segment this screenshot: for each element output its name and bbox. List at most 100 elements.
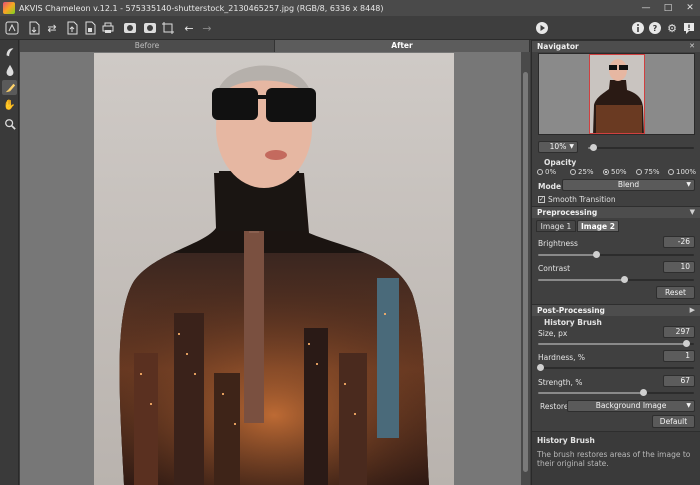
- opacity-radio-label: 0%: [545, 168, 557, 176]
- save-as-icon[interactable]: [82, 20, 98, 36]
- svg-text:?: ?: [653, 24, 658, 33]
- hardness-input[interactable]: 1: [663, 350, 695, 362]
- print-icon[interactable]: [100, 20, 116, 36]
- radio-icon: [603, 169, 609, 175]
- load-image2-icon[interactable]: [142, 20, 158, 36]
- help-text: The brush restores areas of the image to…: [537, 450, 691, 468]
- contrast-slider-knob[interactable]: [620, 276, 628, 283]
- run-icon[interactable]: [534, 20, 550, 36]
- zoom-dropdown[interactable]: 10% ▼: [538, 141, 578, 153]
- restore-dropdown[interactable]: Background Image ▼: [567, 400, 695, 412]
- help-icon[interactable]: ?: [647, 20, 663, 36]
- swap-images-icon[interactable]: ⇄: [44, 20, 60, 36]
- opacity-radio-75[interactable]: 75%: [636, 168, 660, 176]
- contrast-slider-fill: [538, 279, 624, 281]
- minimize-icon[interactable]: —: [640, 2, 652, 14]
- tab-after[interactable]: After: [275, 40, 530, 52]
- default-button[interactable]: Default: [652, 415, 695, 428]
- opacity-label: Opacity: [544, 158, 577, 167]
- brightness-slider[interactable]: [538, 251, 694, 258]
- tab-image-2[interactable]: Image 2: [577, 220, 619, 232]
- redo-icon[interactable]: →: [199, 20, 215, 36]
- strength-label: Strength, %: [538, 378, 583, 387]
- messages-icon[interactable]: [681, 20, 697, 36]
- navigator-preview[interactable]: [538, 53, 695, 135]
- load-image1-icon[interactable]: [122, 20, 138, 36]
- zoom-value: 10%: [549, 142, 567, 151]
- radio-icon: [570, 169, 576, 175]
- strength-slider-knob[interactable]: [639, 389, 647, 396]
- drop-icon[interactable]: [2, 62, 17, 77]
- opacity-radio-100[interactable]: 100%: [668, 168, 696, 176]
- help-box: History Brush The brush restores areas o…: [532, 431, 700, 485]
- postprocessing-title: Post-Processing: [537, 306, 605, 315]
- opacity-radio-25[interactable]: 25%: [570, 168, 594, 176]
- tool-column: ✋: [0, 40, 19, 485]
- navigator-header[interactable]: Navigator ✕: [532, 40, 700, 52]
- settings-icon[interactable]: ⚙: [664, 20, 680, 36]
- selection-icon[interactable]: [2, 44, 17, 59]
- open-icon[interactable]: [26, 20, 42, 36]
- tab-image-1[interactable]: Image 1: [536, 220, 576, 232]
- mode-dropdown[interactable]: Blend ▼: [562, 179, 695, 191]
- title-bar: AKVIS Chameleon v.12.1 - 575335140-shutt…: [0, 0, 700, 16]
- hardness-slider[interactable]: [536, 364, 694, 371]
- brightness-input[interactable]: -26: [663, 236, 695, 248]
- app-logo-icon[interactable]: [4, 20, 20, 36]
- navigator-title: Navigator: [537, 42, 579, 51]
- mode-value: Blend: [617, 180, 640, 189]
- app-logo-icon: [3, 2, 15, 14]
- contrast-input[interactable]: 10: [663, 261, 695, 273]
- size-input[interactable]: 297: [663, 326, 695, 338]
- size-label: Size, px: [538, 329, 568, 338]
- hardness-slider-knob[interactable]: [536, 364, 544, 371]
- contrast-slider[interactable]: [538, 276, 694, 283]
- toolbar: ⇄ ← → ? ⚙: [0, 16, 700, 40]
- opacity-radio-label: 75%: [644, 168, 660, 176]
- tab-before[interactable]: Before: [20, 40, 275, 52]
- chevron-down-icon: ▼: [686, 402, 691, 409]
- strength-slider-fill: [538, 392, 643, 394]
- opacity-radio-label: 50%: [611, 168, 627, 176]
- reset-button[interactable]: Reset: [656, 286, 695, 299]
- chevron-down-icon: ▼: [686, 181, 691, 188]
- postprocessing-header[interactable]: Post-Processing ▶: [532, 304, 700, 316]
- preprocessing-header[interactable]: Preprocessing ▼: [532, 206, 700, 218]
- brightness-slider-knob[interactable]: [592, 251, 600, 258]
- size-slider[interactable]: [538, 340, 694, 347]
- maximize-icon[interactable]: □: [662, 2, 674, 14]
- mode-label: Mode: [538, 182, 562, 191]
- save-icon[interactable]: [64, 20, 80, 36]
- window-title: AKVIS Chameleon v.12.1 - 575335140-shutt…: [19, 3, 384, 13]
- opacity-radio-0[interactable]: 0%: [537, 168, 556, 176]
- brightness-slider-fill: [538, 254, 596, 256]
- undo-icon[interactable]: ←: [181, 20, 197, 36]
- history-brush-icon[interactable]: [2, 80, 17, 95]
- crop-icon[interactable]: [160, 20, 176, 36]
- strength-slider[interactable]: [538, 389, 694, 396]
- strength-input[interactable]: 67: [663, 375, 695, 387]
- chevron-right-icon: ▶: [689, 306, 695, 314]
- brightness-label: Brightness: [538, 239, 578, 248]
- settings-panel: Navigator ✕ 10% ▼ Opacity 0% 25% 50% 75% 100…: [531, 40, 700, 485]
- hand-icon[interactable]: ✋: [2, 98, 17, 113]
- opacity-radio-label: 100%: [676, 168, 697, 176]
- history-brush-title: History Brush: [544, 318, 602, 327]
- collapse-icon[interactable]: ✕: [689, 41, 695, 52]
- opacity-radio-label: 25%: [578, 168, 594, 176]
- scrollbar-thumb[interactable]: [523, 72, 528, 472]
- radio-icon: [636, 169, 642, 175]
- smooth-transition-checkbox[interactable]: ✓ Smooth Transition: [538, 195, 616, 204]
- zoom-slider-knob[interactable]: [590, 144, 598, 151]
- close-icon[interactable]: ✕: [684, 2, 696, 14]
- size-slider-knob[interactable]: [683, 340, 691, 347]
- vertical-scrollbar[interactable]: [521, 52, 530, 485]
- zoom-slider[interactable]: [588, 144, 694, 151]
- opacity-radio-50[interactable]: 50%: [603, 168, 627, 176]
- info-icon[interactable]: [630, 20, 646, 36]
- chevron-down-icon: ▼: [569, 143, 574, 150]
- chevron-down-icon: ▼: [689, 208, 695, 216]
- result-image[interactable]: [94, 53, 454, 485]
- canvas-area[interactable]: Before After: [20, 40, 530, 485]
- zoom-icon[interactable]: [2, 116, 17, 131]
